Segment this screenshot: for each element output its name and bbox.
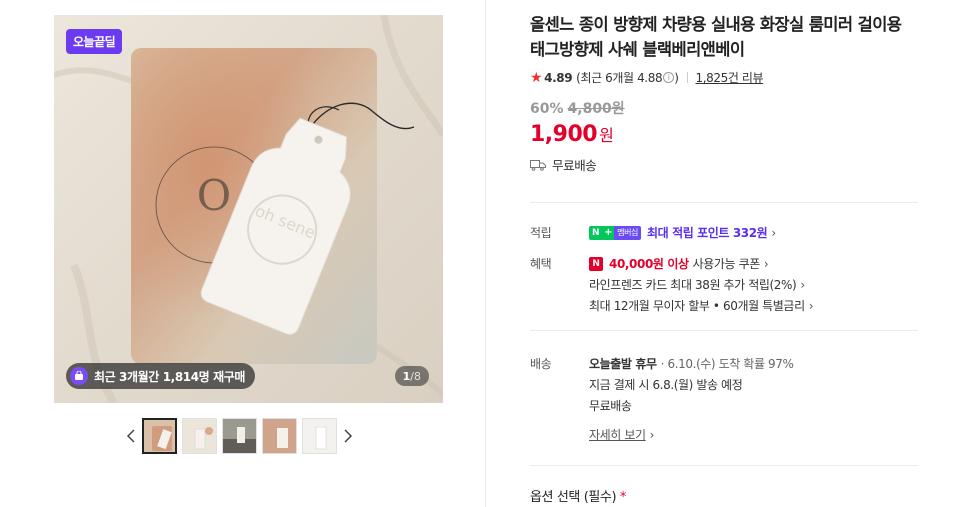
thumbnail-image [223, 419, 256, 453]
shipping-text: 무료배송 [552, 158, 597, 173]
recent-rating: (최근 6개월 4.88 [576, 71, 663, 85]
rating-score: 4.89 [544, 70, 573, 85]
required-mark: * [619, 490, 627, 505]
discount-rate: 60% [530, 101, 564, 117]
thumbnail-3[interactable] [222, 418, 257, 454]
membership-text: 멤버십 [614, 225, 642, 240]
shopping-bag-icon [70, 367, 88, 385]
delivery-status: 오늘출발 휴무 [589, 357, 657, 371]
delivery-section: 배송 오늘출발 휴무 · 6.10.(수) 도착 확률 97% 지금 결제 시 … [530, 353, 918, 445]
main-product-image[interactable]: O oh sene 오늘끝딜 최근 3개월간 1,814명 재구매 1 /8 [54, 15, 443, 403]
npay-n: N [589, 225, 603, 240]
recent-rating-close: ) [674, 70, 679, 85]
coupon-text: 사용가능 쿠폰 [692, 257, 761, 271]
dispatch-text: 지금 결제 시 6.8.(월) 발송 예정 [589, 378, 743, 392]
thumbnail-image [183, 419, 216, 453]
today-deal-badge: 오늘끝딜 [66, 29, 123, 54]
image-counter: 1 /8 [394, 366, 429, 386]
repurchase-badge: 최근 3개월간 1,814명 재구매 [66, 363, 256, 389]
delivery-status-line: 오늘출발 휴무 · 6.10.(수) 도착 확률 97% [589, 353, 909, 374]
coupon-threshold: 40,000원 이상 [609, 257, 689, 271]
points-section: 적립 N + 멤버십 최대 적립 포인트 332원 › [530, 222, 918, 244]
info-icon[interactable]: i [663, 72, 675, 83]
product-info: 올센느 종이 방향제 차량용 실내용 화장실 룸미러 걸이용 태그방향제 사쉐 … [530, 12, 920, 174]
chevron-right-icon: › [800, 277, 805, 292]
coupon-line[interactable]: N 40,000원 이상 사용가능 쿠폰 › [589, 253, 909, 274]
card-benefit-text: 라인프렌즈 카드 최대 38원 추가 적립(2%) [589, 278, 797, 292]
benefits-list: N 40,000원 이상 사용가능 쿠폰 › 라인프렌즈 카드 최대 38원 추… [589, 253, 909, 316]
sale-price: 1,900 원 [530, 122, 920, 147]
thumbnail-list [142, 418, 337, 454]
npay-membership-badge: N + 멤버십 [589, 225, 642, 240]
benefits-section: 혜택 N 40,000원 이상 사용가능 쿠폰 › 라인프렌즈 카드 최대 38… [530, 253, 918, 317]
thumbnail-5[interactable] [302, 418, 337, 454]
chevron-left-icon [126, 429, 135, 443]
image-counter-total: /8 [410, 369, 421, 383]
thumbnail-1[interactable] [142, 418, 177, 454]
thumbnail-strip [120, 417, 380, 455]
chevron-right-icon: › [649, 427, 655, 442]
image-counter-current: 1 [402, 369, 411, 383]
detail-line: 자세히 보기 › [589, 424, 909, 445]
benefits-label: 혜택 [530, 257, 552, 271]
svg-text:O: O [197, 171, 231, 220]
option-select-label: 옵션 선택 (필수) * [530, 486, 626, 505]
product-photo: O oh sene [54, 15, 443, 403]
review-count-link[interactable]: 1,825건 리뷰 [696, 69, 764, 86]
product-page: O oh sene 오늘끝딜 최근 3개월간 1,814명 재구매 1 /8 올… [0, 0, 959, 507]
thumb-next-button[interactable] [337, 418, 359, 454]
delivery-fee: 무료배송 [589, 399, 632, 413]
npay-plus: + [602, 225, 615, 240]
discount-row: 60% 4,800원 [530, 98, 920, 118]
dispatch-line: 지금 결제 시 6.8.(월) 발송 예정 [589, 374, 909, 395]
delivery-info: 오늘출발 휴무 · 6.10.(수) 도착 확률 97% 지금 결제 시 6.8… [589, 353, 909, 445]
thumbnail-image [263, 419, 296, 453]
chevron-right-icon: › [763, 256, 769, 271]
points-value[interactable]: N + 멤버십 최대 적립 포인트 332원 › [589, 222, 909, 243]
max-points-text: 최대 적립 포인트 332원 [647, 226, 768, 240]
thumbnail-2[interactable] [182, 418, 217, 454]
shipping-row: 무료배송 [530, 155, 920, 174]
option-label-text: 옵션 선택 (필수) [530, 490, 617, 505]
points-label: 적립 [530, 226, 552, 240]
card-line[interactable]: 라인프렌즈 카드 최대 38원 추가 적립(2%) › [589, 274, 909, 295]
delivery-arrival: · 6.10.(수) 도착 확률 97% [660, 357, 794, 371]
installment-line[interactable]: 최대 12개월 무이자 할부 • 60개월 특별금리 › [589, 295, 909, 316]
naver-n-icon: N [589, 256, 603, 271]
fee-line: 무료배송 [589, 395, 909, 416]
chevron-right-icon [344, 429, 353, 443]
product-title: 올센느 종이 방향제 차량용 실내용 화장실 룸미러 걸이용 태그방향제 사쉐 … [530, 15, 902, 59]
thumb-prev-button[interactable] [120, 418, 142, 454]
delivery-label: 배송 [530, 357, 552, 371]
rating-row: ★ 4.89 (최근 6개월 4.88 i ) 1,825건 리뷰 [530, 69, 920, 86]
installment-text: 최대 12개월 무이자 할부 • 60개월 특별금리 [589, 299, 805, 313]
section-divider [530, 330, 918, 331]
chevron-right-icon: › [808, 298, 814, 313]
price-unit: 원 [599, 126, 614, 145]
thumbnail-image [303, 419, 336, 453]
repurchase-text: 최근 3개월간 1,814명 재구매 [94, 369, 246, 384]
thumbnail-4[interactable] [262, 418, 297, 454]
original-price: 4,800원 [567, 101, 625, 117]
truck-icon [530, 159, 546, 171]
thumbnail-image [144, 420, 175, 452]
detail-link[interactable]: 자세히 보기 [589, 426, 646, 443]
section-divider [530, 202, 918, 203]
column-divider [485, 0, 486, 507]
section-divider [530, 465, 918, 466]
price-number: 1,900 [530, 122, 598, 147]
chevron-right-icon: › [771, 225, 776, 240]
rating-separator [686, 72, 688, 83]
star-icon: ★ [530, 69, 543, 86]
